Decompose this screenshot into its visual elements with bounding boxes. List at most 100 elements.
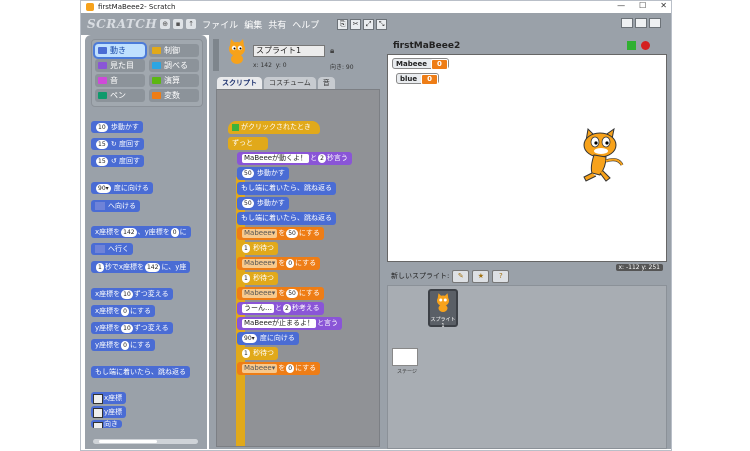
block-input[interactable]: 50 xyxy=(242,199,254,208)
dropdown-slot[interactable] xyxy=(95,202,105,210)
block-change-x[interactable]: x座標を 10 ずつ変える xyxy=(91,288,173,300)
block-input[interactable]: 50 xyxy=(286,229,298,238)
block-input[interactable]: うーん… xyxy=(242,304,274,313)
category-control[interactable]: 制御 xyxy=(149,44,199,57)
block-set-y[interactable]: y座標を 0 にする xyxy=(91,339,156,351)
tab-sounds[interactable]: 音 xyxy=(317,77,335,89)
block-input[interactable]: 2 xyxy=(318,154,326,163)
small-stage-icon[interactable] xyxy=(621,18,633,28)
block-move[interactable]: 50 歩動かす xyxy=(237,197,289,210)
save-icon[interactable]: ▪ xyxy=(173,19,184,29)
block-forever[interactable]: ずっと xyxy=(228,137,268,150)
block-say-for-secs[interactable]: MaBeeeが動くよ！と 2 秒言う xyxy=(237,152,352,165)
block-move[interactable]: 10 歩動かす xyxy=(91,121,143,133)
block-glide[interactable]: 1 秒でx座標を 142 に、y座 xyxy=(91,261,191,273)
block-input[interactable]: 0 xyxy=(121,307,129,316)
block-input[interactable]: 1 xyxy=(242,244,250,253)
block-input[interactable]: 1 xyxy=(242,349,250,358)
normal-stage-icon[interactable] xyxy=(635,18,647,28)
block-think-for-secs[interactable]: うーん… と 2 秒考える xyxy=(237,302,324,315)
block-input[interactable]: 142 xyxy=(144,263,161,272)
scripts-canvas[interactable]: がクリックされたとき ずっと MaBeeeが動くよ！と 2 秒言う 50 歩動かす … xyxy=(216,89,380,447)
block-bounce[interactable]: もし端に着いたら、跳ね返る xyxy=(237,212,336,225)
block-input[interactable]: 0 xyxy=(286,259,295,268)
block-wait[interactable]: 1 秒待つ xyxy=(237,242,279,255)
sprite-thumbnail[interactable]: スプライト1 xyxy=(428,289,458,329)
share-icon[interactable]: ↑ xyxy=(186,19,197,29)
choose-sprite-icon[interactable]: ★ xyxy=(472,269,490,283)
category-looks[interactable]: 見た目 xyxy=(95,59,145,72)
block-change-y[interactable]: y座標を 10 ずつ変える xyxy=(91,322,173,334)
block-point-direction[interactable]: 90▾ 度に向ける xyxy=(91,182,153,194)
menu-help[interactable]: ヘルプ xyxy=(292,18,319,31)
category-variables[interactable]: 変数 xyxy=(149,89,199,102)
stage-thumbnail[interactable]: ステージ xyxy=(392,348,422,380)
menu-edit[interactable]: 編集 xyxy=(244,18,262,31)
block-bounce[interactable]: もし端に着いたら、跳ね返る xyxy=(91,366,190,378)
paint-sprite-icon[interactable]: ✎ xyxy=(452,269,470,283)
cat-sprite[interactable] xyxy=(576,127,628,187)
maximize-icon[interactable]: ☐ xyxy=(639,1,646,10)
block-input[interactable]: 50 xyxy=(242,169,254,178)
stop-button[interactable] xyxy=(641,41,650,50)
tab-costumes[interactable]: コスチューム xyxy=(264,77,316,89)
scroll-thumb[interactable] xyxy=(99,440,157,443)
block-set-variable[interactable]: Mabeee▾ を 0 にする xyxy=(237,362,321,375)
block-input[interactable]: 0 xyxy=(121,341,129,350)
category-motion[interactable]: 動き xyxy=(93,42,147,59)
block-say[interactable]: MaBeeeが止まるよ！ と言う xyxy=(237,317,343,330)
block-goto[interactable]: へ行く xyxy=(91,243,133,255)
block-direction[interactable]: 向き xyxy=(91,420,122,428)
lock-icon[interactable]: 🔒︎ xyxy=(330,46,334,56)
block-x-position[interactable]: x座標 xyxy=(91,392,127,404)
category-operators[interactable]: 演算 xyxy=(149,74,199,87)
random-sprite-icon[interactable]: ? xyxy=(492,269,510,283)
block-input[interactable]: 1 xyxy=(96,263,104,272)
green-flag-button[interactable] xyxy=(627,41,636,50)
block-input[interactable]: 10 xyxy=(121,290,133,299)
stage-canvas[interactable]: Mabeee 0 blue 0 xyxy=(387,54,667,262)
block-set-variable[interactable]: Mabeee▾ を 50 にする xyxy=(237,227,324,240)
block-input[interactable]: 0 xyxy=(170,228,179,237)
block-input[interactable]: 142 xyxy=(121,228,137,237)
globe-icon[interactable]: ⊕ xyxy=(160,19,171,29)
presentation-mode-icon[interactable] xyxy=(649,18,661,28)
minimize-icon[interactable]: — xyxy=(617,1,625,10)
rotation-style-bar[interactable] xyxy=(213,39,219,71)
tab-scripts[interactable]: スクリプト xyxy=(217,77,262,89)
category-pen[interactable]: ペン xyxy=(95,89,145,102)
block-input[interactable]: 15 xyxy=(96,157,108,166)
block-move[interactable]: 50 歩動かす xyxy=(237,167,289,180)
block-turn-right[interactable]: 15 ↻ 度回す xyxy=(91,138,144,150)
block-point-towards[interactable]: へ向ける xyxy=(91,200,140,212)
block-input[interactable]: 2 xyxy=(283,304,291,313)
category-sensing[interactable]: 調べる xyxy=(149,59,199,72)
block-input[interactable]: MaBeeeが動くよ！ xyxy=(242,154,310,163)
dropdown-slot[interactable] xyxy=(95,245,105,253)
block-input[interactable]: 10 xyxy=(96,123,108,132)
block-set-x[interactable]: x座標を 0 にする xyxy=(91,305,156,317)
variable-monitor-blue[interactable]: blue 0 xyxy=(396,73,440,85)
delete-icon[interactable]: ✂ xyxy=(350,18,362,30)
block-wait[interactable]: 1 秒待つ xyxy=(237,347,279,360)
variable-dropdown[interactable]: Mabeee▾ xyxy=(242,289,278,298)
block-goto-xy[interactable]: x座標を 142 、y座標を 0 に xyxy=(91,226,191,238)
variable-dropdown[interactable]: Mabeee▾ xyxy=(242,259,278,268)
block-input[interactable]: 15 xyxy=(96,140,108,149)
block-input[interactable]: 1 xyxy=(242,274,250,283)
variable-dropdown[interactable]: Mabeee▾ xyxy=(242,229,278,238)
block-set-variable[interactable]: Mabeee▾ を 0 にする xyxy=(237,257,321,270)
block-input[interactable]: 50 xyxy=(286,289,298,298)
menu-file[interactable]: ファイル xyxy=(202,18,238,31)
block-bounce[interactable]: もし端に着いたら、跳ね返る xyxy=(237,182,336,195)
category-sound[interactable]: 音 xyxy=(95,74,145,87)
close-icon[interactable]: ✕ xyxy=(660,1,667,10)
variable-dropdown[interactable]: Mabeee▾ xyxy=(242,364,278,373)
shrink-icon[interactable]: ⤡ xyxy=(376,18,388,30)
block-input[interactable]: 90▾ xyxy=(242,334,257,343)
block-set-variable[interactable]: Mabeee▾ を 50 にする xyxy=(237,287,324,300)
palette-scrollbar[interactable] xyxy=(93,439,198,444)
grow-icon[interactable]: ⤢ xyxy=(363,18,375,30)
block-input[interactable]: 90▾ xyxy=(96,184,111,193)
block-turn-left[interactable]: 15 ↺ 度回す xyxy=(91,155,144,167)
